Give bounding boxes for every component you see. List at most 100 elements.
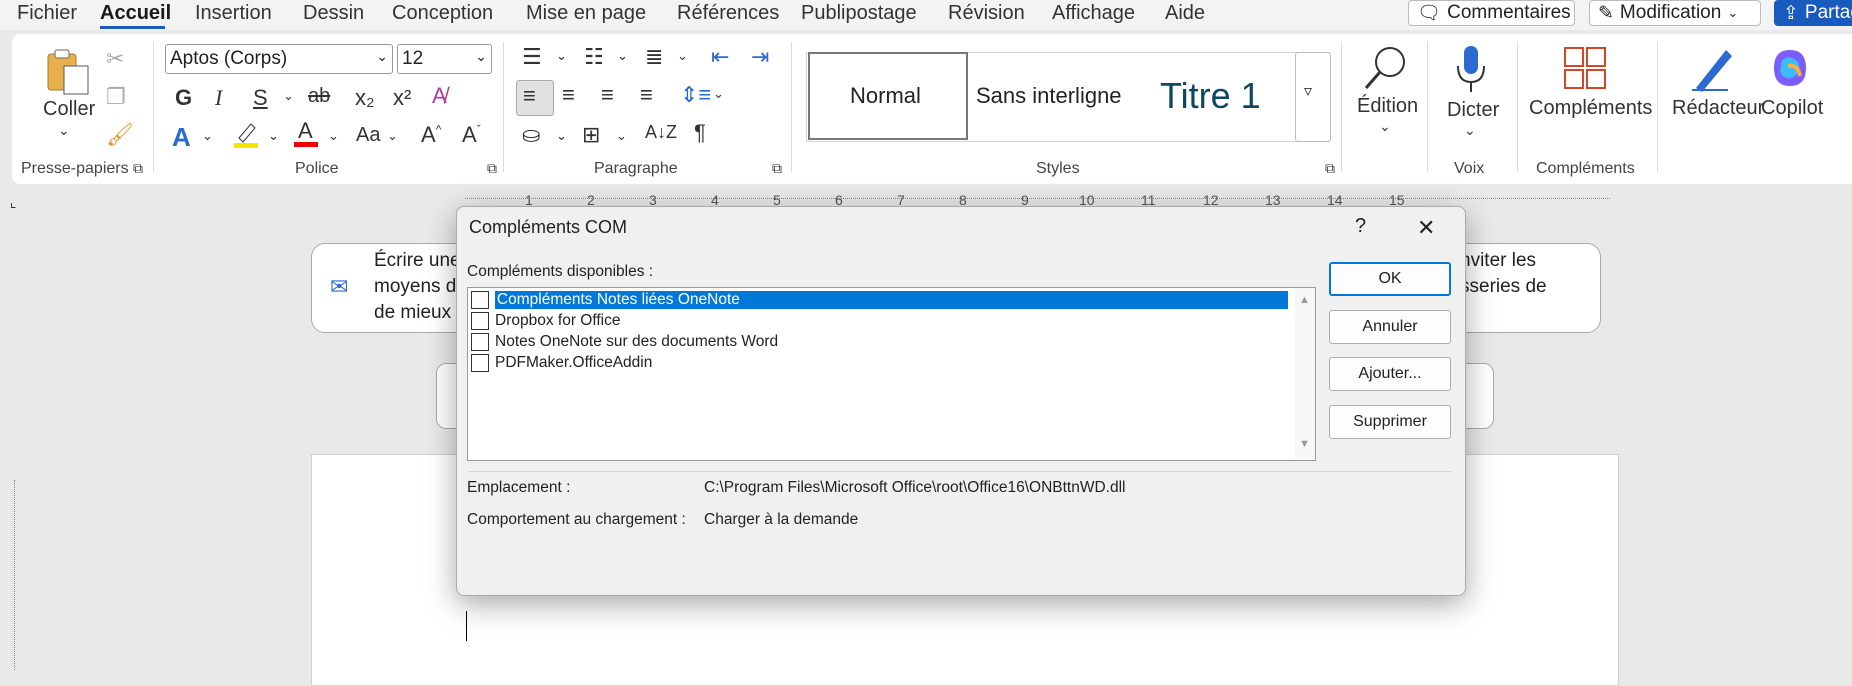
addins-icon[interactable]	[1563, 46, 1607, 96]
style-title1[interactable]: Titre 1	[1160, 52, 1300, 140]
multilevel-list-icon[interactable]: ≣	[645, 44, 663, 70]
addin-checkbox[interactable]	[471, 354, 489, 372]
menu-mise-en-page[interactable]: Mise en page	[526, 2, 646, 25]
highlighter-icon[interactable]	[233, 120, 259, 154]
chevron-down-icon: ⌄	[475, 48, 487, 64]
style-no-spacing[interactable]: Sans interligne	[976, 52, 1124, 140]
paste-button[interactable]: Coller	[43, 98, 95, 121]
font-name-combo[interactable]: Aptos (Corps) ⌄	[165, 44, 393, 74]
chevron-down-icon[interactable]: ⌄	[328, 128, 339, 144]
numbering-icon[interactable]: ☷	[584, 44, 604, 70]
addin-checkbox[interactable]	[471, 312, 489, 330]
menu-references[interactable]: Références	[677, 2, 779, 25]
cut-icon[interactable]: ✂	[106, 46, 124, 72]
menu-aide[interactable]: Aide	[1165, 2, 1205, 25]
copilot-button[interactable]: Copilot	[1761, 97, 1823, 120]
menu-publipostage[interactable]: Publipostage	[801, 2, 917, 25]
chevron-down-icon[interactable]: ⌄	[617, 48, 628, 64]
addins-list[interactable]: Compléments Notes liées OneNote Dropbox …	[467, 287, 1316, 461]
chevron-down-icon[interactable]: ⌄	[58, 122, 70, 139]
chevron-down-icon[interactable]: ⌄	[202, 128, 213, 144]
copilot-icon[interactable]	[1768, 46, 1812, 96]
menu-accueil[interactable]: Accueil	[100, 2, 171, 25]
share-button[interactable]: ⇪Partag	[1774, 0, 1852, 26]
style-normal[interactable]: Normal	[808, 52, 968, 140]
list-item-addin[interactable]: PDFMaker.OfficeAddin	[468, 353, 1288, 373]
clear-formatting-icon[interactable]: A̸	[432, 83, 447, 109]
shrink-font-icon[interactable]: Aˇ	[462, 122, 481, 148]
scroll-up-icon[interactable]: ▲	[1299, 294, 1310, 306]
align-left-button[interactable]: ≡	[516, 80, 554, 116]
chevron-down-icon[interactable]: ⌄	[1379, 118, 1391, 135]
chevron-down-icon[interactable]: ⌄	[677, 48, 688, 64]
menu-affichage[interactable]: Affichage	[1052, 2, 1135, 25]
chevron-down-icon[interactable]: ⌄	[616, 128, 627, 144]
dialog-launcher-icon[interactable]: ⧉	[133, 160, 143, 177]
comments-button[interactable]: 🗨 Commentaires	[1408, 0, 1575, 26]
font-color-icon[interactable]: A	[293, 118, 319, 154]
superscript-button[interactable]: x²	[393, 85, 411, 111]
align-right-icon[interactable]: ≡	[601, 82, 614, 108]
menu-fichier[interactable]: Fichier	[17, 2, 77, 25]
dialog-launcher-icon[interactable]: ⧉	[772, 160, 782, 177]
addins-button[interactable]: Compléments	[1529, 97, 1652, 120]
increase-indent-icon[interactable]: ⇥	[751, 44, 769, 70]
subscript-button[interactable]: x₂	[355, 85, 375, 111]
list-item-addin[interactable]: Notes OneNote sur des documents Word	[468, 332, 1288, 352]
addin-checkbox[interactable]	[471, 291, 489, 309]
remove-button[interactable]: Supprimer	[1329, 405, 1451, 439]
bullets-icon[interactable]: ☰	[522, 44, 542, 70]
underline-button[interactable]: S	[253, 85, 268, 111]
menu-dessin[interactable]: Dessin	[303, 2, 364, 25]
line-spacing-icon[interactable]: ⇕≡	[680, 82, 711, 108]
chevron-down-icon[interactable]: ⌄	[1464, 122, 1476, 139]
text-effects-icon[interactable]: A	[172, 122, 191, 153]
tab-selector-icon[interactable]: ⌞	[10, 194, 17, 211]
chevron-down-icon[interactable]: ⌄	[556, 128, 567, 144]
strikethrough-button[interactable]: ab	[308, 85, 330, 108]
borders-icon[interactable]: ⊞	[582, 122, 600, 148]
menu-conception[interactable]: Conception	[392, 2, 493, 25]
format-painter-icon[interactable]: 🖌	[106, 122, 134, 148]
sort-icon[interactable]: A↓Z	[645, 122, 677, 143]
help-button[interactable]: ?	[1355, 215, 1366, 238]
grow-font-icon[interactable]: A^	[421, 122, 441, 148]
paste-icon[interactable]	[42, 48, 92, 96]
search-icon[interactable]	[1362, 44, 1410, 98]
editor-icon[interactable]	[1688, 44, 1734, 98]
dictate-button[interactable]: Dicter	[1447, 99, 1499, 122]
copy-icon[interactable]: ❐	[106, 84, 126, 110]
decrease-indent-icon[interactable]: ⇤	[711, 44, 729, 70]
italic-button[interactable]: I	[215, 85, 222, 111]
add-button[interactable]: Ajouter...	[1329, 357, 1451, 391]
styles-more-button[interactable]: ▿	[1295, 52, 1331, 142]
chevron-down-icon[interactable]: ⌄	[387, 128, 398, 144]
align-center-icon[interactable]: ≡	[562, 82, 575, 108]
scroll-down-icon[interactable]: ▼	[1299, 438, 1310, 450]
editing-button[interactable]: Édition	[1357, 95, 1418, 118]
shading-icon[interactable]: ⛀	[522, 122, 540, 148]
chevron-down-icon[interactable]: ⌄	[556, 48, 567, 64]
list-item-addin[interactable]: Dropbox for Office	[468, 311, 1288, 331]
menu-insertion[interactable]: Insertion	[195, 2, 272, 25]
chevron-down-icon[interactable]: ⌄	[268, 128, 279, 144]
dialog-launcher-icon[interactable]: ⧉	[1325, 160, 1335, 177]
menu-revision[interactable]: Révision	[948, 2, 1025, 25]
justify-icon[interactable]: ≡	[640, 82, 653, 108]
ok-button[interactable]: OK	[1329, 262, 1451, 296]
chevron-down-icon[interactable]: ⌄	[713, 86, 724, 102]
bold-button[interactable]: G	[175, 85, 192, 111]
list-item-addin[interactable]: Compléments Notes liées OneNote	[468, 290, 1288, 310]
dialog-launcher-icon[interactable]: ⧉	[487, 160, 497, 177]
microphone-icon[interactable]	[1454, 44, 1488, 100]
font-size-combo[interactable]: 12 ⌄	[397, 44, 492, 74]
editor-button[interactable]: Rédacteur	[1672, 97, 1764, 120]
addin-checkbox[interactable]	[471, 333, 489, 351]
show-formatting-icon[interactable]: ¶	[694, 120, 706, 146]
list-scrollbar[interactable]: ▲ ▼	[1295, 288, 1315, 458]
change-case-button[interactable]: Aa	[356, 124, 380, 147]
chevron-down-icon[interactable]: ⌄	[283, 88, 294, 104]
cancel-button[interactable]: Annuler	[1329, 310, 1451, 344]
close-button[interactable]: ✕	[1417, 215, 1435, 241]
editing-mode-button[interactable]: ✎ Modification ⌄	[1589, 0, 1761, 26]
